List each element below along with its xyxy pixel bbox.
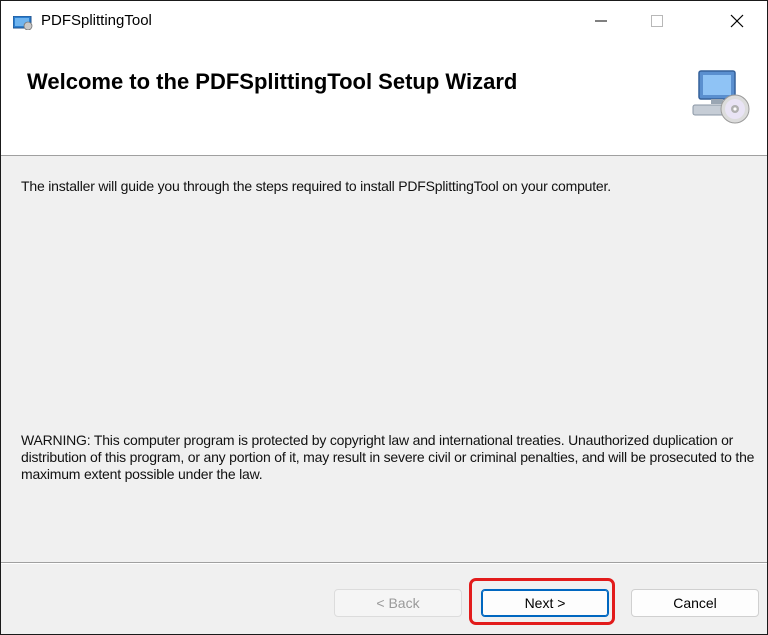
wizard-header: Welcome to the PDFSplittingTool Setup Wi… <box>1 41 767 156</box>
installer-app-icon <box>13 16 33 30</box>
intro-text: The installer will guide you through the… <box>21 178 611 194</box>
maximize-icon <box>651 15 663 27</box>
close-button[interactable] <box>711 1 763 41</box>
page-title: Welcome to the PDFSplittingTool Setup Wi… <box>27 69 518 94</box>
footer-divider <box>1 562 767 564</box>
cancel-button[interactable]: Cancel <box>631 589 759 617</box>
setup-wizard-window: PDFSplittingTool Welcome to the PDFSplit… <box>0 0 768 635</box>
minimize-icon <box>595 20 607 22</box>
title-bar[interactable]: PDFSplittingTool <box>1 1 767 41</box>
maximize-button[interactable] <box>631 1 683 41</box>
close-icon <box>730 14 744 28</box>
minimize-button[interactable] <box>575 1 627 41</box>
window-title: PDFSplittingTool <box>41 12 152 29</box>
copyright-warning: WARNING: This computer program is protec… <box>21 432 755 482</box>
back-button[interactable]: < Back <box>334 589 462 617</box>
wizard-body: The installer will guide you through the… <box>1 156 767 561</box>
next-button-highlight <box>469 578 615 625</box>
computer-cd-icon <box>692 70 750 124</box>
